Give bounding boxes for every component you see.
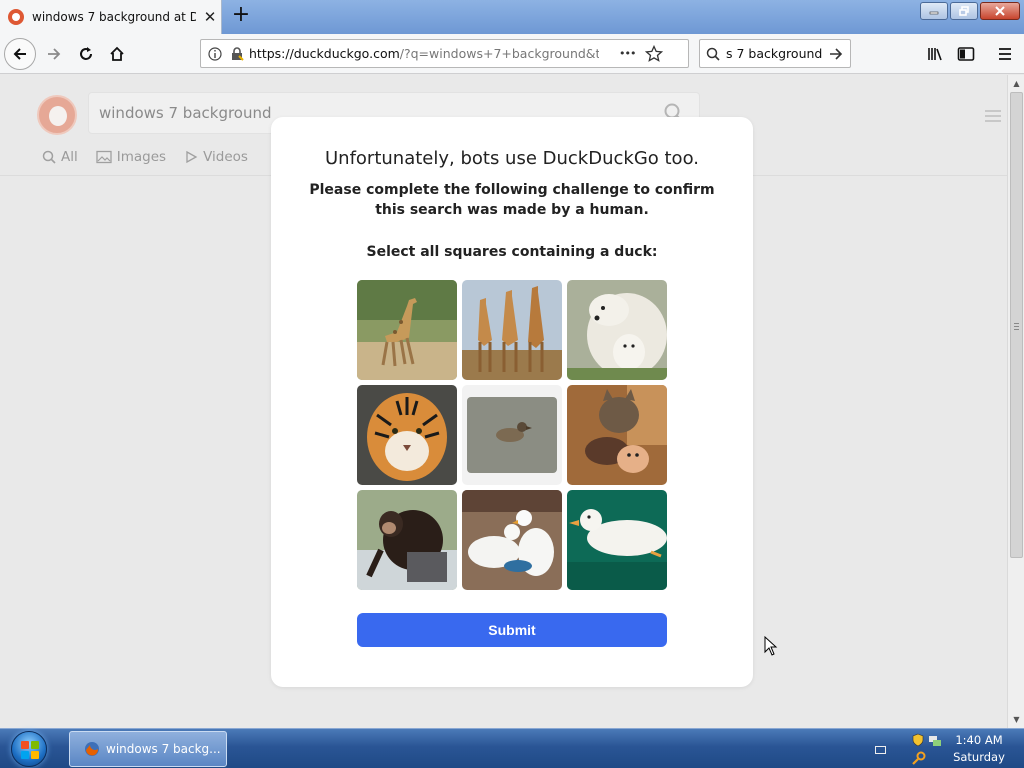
clock-time: 1:40 AM [955, 733, 1003, 747]
security-shield-icon[interactable] [912, 733, 924, 747]
minimize-icon [929, 11, 939, 15]
lock-icon[interactable] [229, 46, 245, 62]
taskbar-clock[interactable]: 1:40 AM Saturday [948, 732, 1010, 766]
tab-images-label: Images [116, 149, 167, 165]
menu-button[interactable] [991, 40, 1019, 68]
sidebar-button[interactable] [952, 40, 980, 68]
play-icon [186, 150, 198, 164]
page-actions-icon[interactable]: ••• [619, 47, 636, 60]
tab-close-icon[interactable]: ✕ [202, 8, 218, 26]
minimize-button[interactable] [920, 2, 948, 20]
new-tab-button[interactable]: + [230, 4, 252, 28]
forward-button[interactable] [40, 40, 68, 68]
cats-image [567, 385, 667, 485]
tiger-image [357, 385, 457, 485]
tab-all-label: All [61, 149, 78, 165]
polar-bears-image [567, 280, 667, 380]
captcha-tile-duck-selected[interactable] [462, 385, 562, 485]
tab-title: windows 7 background at DuckDuckGo [32, 10, 196, 24]
forward-arrow-icon [48, 48, 61, 60]
navigation-bar: https://duckduckgo.com/?q=windows+7+back… [0, 34, 1024, 74]
scroll-up-icon[interactable]: ▲ [1008, 76, 1024, 91]
taskbar-window-button[interactable]: windows 7 backg... [69, 731, 227, 767]
reload-icon [80, 47, 92, 60]
sidebar-icon [957, 47, 975, 61]
submit-button[interactable]: Submit [357, 613, 667, 647]
duck-image [567, 490, 667, 590]
tab-strip: windows 7 background at DuckDuckGo ✕ + [0, 0, 1024, 34]
network-icon[interactable] [928, 733, 942, 747]
captcha-tile-ducks[interactable] [462, 490, 562, 590]
captcha-tile-cats[interactable] [567, 385, 667, 485]
close-window-button[interactable] [980, 2, 1020, 20]
keyboard-icon[interactable] [875, 746, 886, 754]
captcha-tile-duck[interactable] [567, 490, 667, 590]
home-icon [110, 46, 124, 61]
info-icon[interactable] [207, 46, 229, 62]
tab-images[interactable]: Images [96, 149, 166, 165]
giraffe-image [357, 280, 457, 380]
scroll-grip-icon [1014, 323, 1019, 332]
go-arrow-icon[interactable] [828, 46, 844, 62]
search-icon [706, 47, 720, 61]
image-icon [96, 150, 112, 164]
windows-logo-icon [21, 741, 39, 759]
captcha-grid [357, 280, 667, 590]
taskbar-window-label: windows 7 backg... [106, 742, 221, 756]
url-text[interactable]: https://duckduckgo.com/?q=windows+7+back… [249, 46, 599, 61]
firefox-icon [85, 742, 99, 756]
duck-image [462, 385, 562, 485]
tab-videos[interactable]: Videos [184, 149, 248, 165]
library-icon [928, 48, 942, 61]
browser-tab[interactable]: windows 7 background at DuckDuckGo ✕ [0, 0, 222, 34]
restore-button[interactable] [950, 2, 978, 20]
search-bar[interactable]: s 7 background [699, 39, 851, 68]
library-button[interactable] [921, 40, 949, 68]
search-icon [42, 150, 56, 164]
restore-icon [959, 6, 969, 16]
captcha-tile-polar-bears[interactable] [567, 280, 667, 380]
window-controls [920, 2, 1020, 20]
chimpanzee-image [357, 490, 457, 590]
taskbar: windows 7 backg... 1:40 AM Saturday [0, 728, 1024, 768]
bookmark-star-icon[interactable] [645, 44, 664, 63]
scroll-thumb[interactable] [1010, 92, 1023, 558]
captcha-tile-giraffe[interactable] [357, 280, 457, 380]
dialog-title: Unfortunately, bots use DuckDuckGo too. [325, 148, 699, 169]
close-icon [995, 6, 1005, 16]
clock-day: Saturday [953, 750, 1005, 764]
duckduckgo-logo-icon[interactable] [37, 95, 77, 135]
ddg-menu-icon[interactable] [985, 110, 1001, 125]
captcha-tile-tiger[interactable] [357, 385, 457, 485]
duckduckgo-favicon-icon [8, 9, 24, 25]
captcha-tile-giraffes[interactable] [462, 280, 562, 380]
scroll-down-icon[interactable]: ▼ [1008, 712, 1024, 727]
captcha-tile-chimpanzee[interactable] [357, 490, 457, 590]
dialog-subtitle: Please complete the following challenge … [309, 182, 715, 218]
home-button[interactable] [103, 40, 131, 68]
back-button[interactable] [4, 38, 36, 70]
key-icon[interactable] [912, 751, 926, 765]
challenge-prompt: Select all squares containing a duck: [366, 244, 658, 260]
captcha-dialog: Unfortunately, bots use DuckDuckGo too. … [271, 117, 753, 687]
back-arrow-icon [13, 48, 26, 60]
tab-all[interactable]: All [42, 149, 78, 165]
ddg-result-tabs: All Images Videos [42, 149, 248, 165]
search-bar-value[interactable]: s 7 background [726, 46, 828, 61]
address-bar[interactable]: https://duckduckgo.com/?q=windows+7+back… [200, 39, 689, 68]
reload-button[interactable] [72, 40, 100, 68]
mouse-cursor-icon [764, 636, 778, 656]
ducks-image [462, 490, 562, 590]
start-button[interactable] [11, 731, 47, 767]
hamburger-menu-icon [999, 48, 1011, 60]
tab-videos-label: Videos [203, 149, 248, 165]
vertical-scrollbar[interactable]: ▲ ▼ [1007, 75, 1024, 728]
giraffes-image [462, 280, 562, 380]
